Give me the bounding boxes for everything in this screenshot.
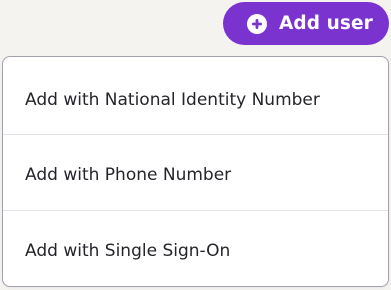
menu-item-single-sign-on[interactable]: Add with Single Sign-On bbox=[3, 212, 388, 286]
menu-item-national-identity-number[interactable]: Add with National Identity Number bbox=[3, 61, 388, 138]
menu-divider bbox=[3, 210, 388, 211]
add-user-label: Add user bbox=[279, 13, 373, 34]
add-user-dropdown-menu: Add with National Identity Number Add wi… bbox=[2, 56, 389, 287]
menu-divider bbox=[3, 134, 388, 135]
plus-circle-icon bbox=[247, 13, 267, 34]
add-user-button[interactable]: Add user bbox=[223, 2, 389, 45]
menu-item-phone-number[interactable]: Add with Phone Number bbox=[3, 136, 388, 213]
